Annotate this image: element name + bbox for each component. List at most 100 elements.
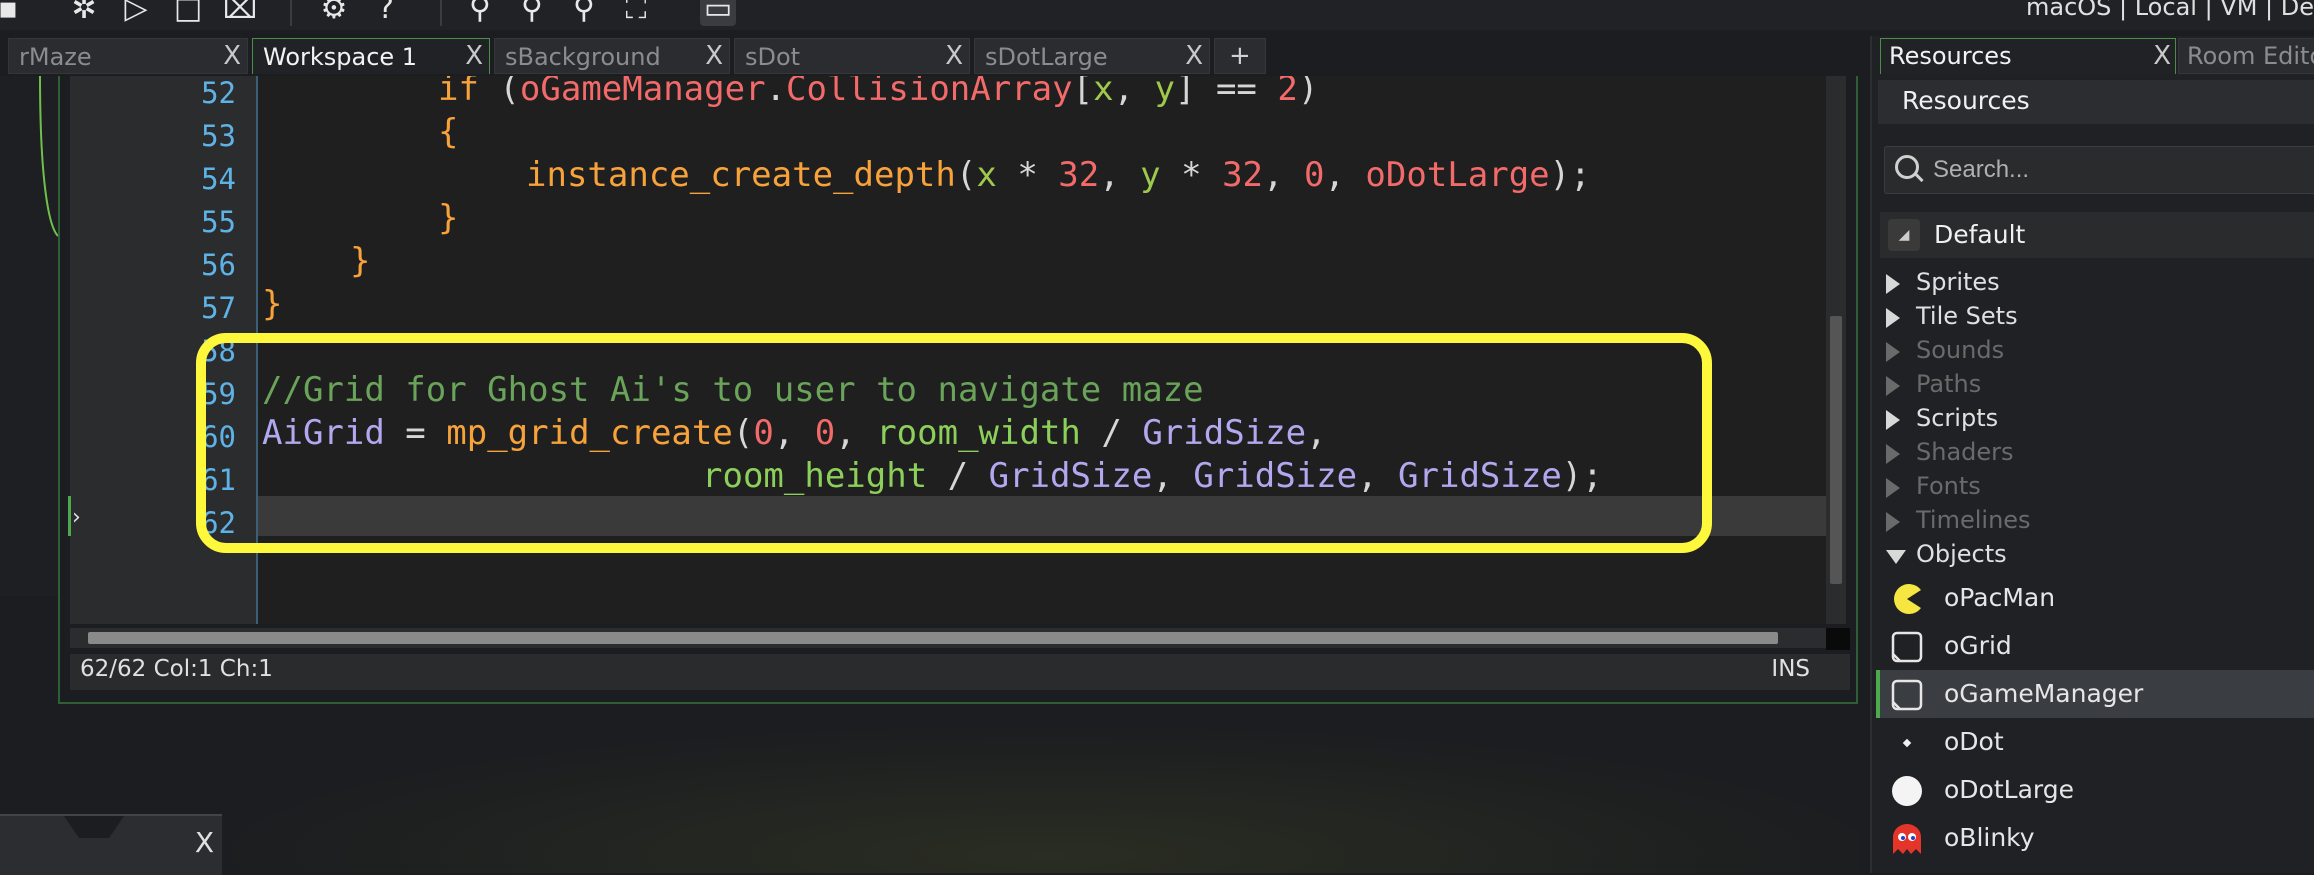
toolbar-divider (440, 0, 442, 26)
run-icon[interactable]: ▷ (118, 0, 154, 26)
dot-icon (1902, 738, 1912, 748)
editor-tab-bar: rMaze X Workspace 1 X sBackground X sDot… (0, 36, 1865, 76)
line-number: 62 (201, 506, 236, 540)
pacman-icon (1894, 584, 1921, 614)
output-window-icon[interactable]: ▭ (700, 0, 736, 26)
ghost-icon (1893, 824, 1921, 854)
toolbar-partial-icon[interactable]: ▪ (0, 0, 26, 26)
line-number-gutter: 52 53 54 55 56 57 58 59 60 61 62 (70, 76, 258, 624)
resources-title: Resources (1902, 86, 2030, 115)
cursor-position: 62/62 Col:1 Ch:1 (80, 656, 273, 682)
add-tab-button[interactable]: + (1214, 38, 1266, 74)
tab-label: Workspace 1 (263, 43, 418, 71)
expand-arrow-icon[interactable] (1886, 410, 1900, 430)
stop-icon[interactable]: □ (170, 0, 206, 26)
object-item-odotlarge[interactable]: oDotLarge (1876, 766, 2314, 814)
tab-room-editor[interactable]: Room Editor (2178, 38, 2314, 74)
line-number: 52 (201, 76, 236, 110)
code-line-59: //Grid for Ghost Ai's to user to navigat… (262, 370, 1204, 410)
object-icon (1891, 679, 1923, 711)
tab-sbackground[interactable]: sBackground X (494, 38, 730, 74)
tab-sdot[interactable]: sDot X (734, 38, 970, 74)
current-line-highlight (258, 496, 1826, 536)
tab-close-icon[interactable]: X (945, 41, 963, 71)
toolbar-divider (290, 0, 292, 26)
tab-label: Resources (1889, 42, 2012, 70)
current-line-marker (68, 496, 71, 536)
line-number: 54 (201, 162, 236, 196)
object-item-opacman[interactable]: oPacMan (1876, 574, 2314, 622)
line-number: 57 (201, 291, 236, 325)
object-icon (1891, 631, 1923, 663)
expand-arrow-icon[interactable] (1886, 478, 1900, 498)
object-item-ogamemanager[interactable]: oGameManager (1876, 670, 2314, 718)
line-number: 56 (201, 248, 236, 282)
expand-arrow-icon[interactable] (1886, 308, 1900, 328)
horizontal-scrollbar[interactable] (70, 628, 1844, 648)
zoom-in-icon[interactable]: ⚲ (514, 0, 550, 26)
workspace-background (60, 700, 1860, 873)
tab-close-icon[interactable]: X (465, 41, 483, 71)
clean-icon[interactable]: ⌧ (222, 0, 258, 26)
resource-group-selector[interactable]: ◢ Default (1880, 212, 2314, 258)
expand-arrow-icon[interactable] (1886, 444, 1900, 464)
code-line-56: } (350, 241, 371, 281)
tab-close-icon[interactable]: X (1185, 41, 1203, 71)
target-selector[interactable]: macOS | Local | VM | De (2026, 0, 2314, 21)
panel-notch (64, 816, 124, 838)
debug-icon[interactable]: ✲ (66, 0, 102, 26)
code-line-53: { (438, 112, 459, 152)
help-icon[interactable]: ? (368, 0, 404, 26)
expand-arrow-icon[interactable] (1886, 274, 1900, 294)
code-line-57: } (262, 284, 283, 324)
tab-close-icon[interactable]: X (223, 41, 241, 71)
code-line-54: instance_create_depth(x * 32, y * 32, 0,… (526, 155, 1591, 195)
line-number: 55 (201, 205, 236, 239)
collapse-arrow-icon[interactable] (1886, 550, 1906, 564)
object-item-ogrid[interactable]: oGrid (1876, 622, 2314, 670)
close-icon[interactable]: X (195, 826, 214, 859)
tab-close-icon[interactable]: X (705, 41, 723, 71)
code-line-55: } (438, 198, 459, 238)
line-number: 58 (201, 334, 236, 368)
insert-mode-indicator: INS (1771, 656, 1810, 682)
code-line-52: if (oGameManager.CollisionArray[x, y] ==… (438, 76, 1319, 109)
code-line-61: room_height / GridSize, GridSize, GridSi… (702, 456, 1603, 496)
editor-status-bar: 62/62 Col:1 Ch:1 INS (70, 654, 1850, 690)
tab-resources[interactable]: Resources X (1880, 38, 2176, 74)
tab-label: sDotLarge (985, 43, 1108, 71)
tab-workspace-1[interactable]: Workspace 1 X (252, 38, 490, 74)
tab-label: Room Editor (2187, 42, 2314, 70)
expand-arrow-icon[interactable] (1886, 512, 1900, 532)
tab-close-icon[interactable]: X (2153, 41, 2171, 71)
search-icon (1895, 155, 1919, 179)
chevron-right-icon: › (72, 505, 81, 530)
line-number: 59 (201, 377, 236, 411)
settings-gear-icon[interactable]: ⚙ (316, 0, 352, 26)
add-tab-label: + (1229, 41, 1251, 71)
connection-curve-icon (39, 75, 59, 237)
object-item-odot[interactable]: oDot (1876, 718, 2314, 766)
vertical-scrollbar-thumb[interactable] (1830, 316, 1842, 584)
expand-arrow-icon[interactable] (1886, 342, 1900, 362)
vertical-scrollbar[interactable] (1826, 76, 1846, 624)
tab-sdotlarge[interactable]: sDotLarge X (974, 38, 1210, 74)
zoom-reset-icon[interactable]: ⚲ (566, 0, 602, 26)
code-line-60: AiGrid = mp_grid_create(0, 0, room_width… (262, 413, 1327, 453)
group-icon: ◢ (1888, 219, 1920, 251)
zoom-out-icon[interactable]: ⚲ (462, 0, 498, 26)
tab-label: sDot (745, 43, 801, 71)
line-number: 61 (201, 463, 236, 497)
object-item-oblinky[interactable]: oBlinky (1876, 814, 2314, 862)
expand-arrow-icon[interactable] (1886, 376, 1900, 396)
scrollbar-corner (1826, 628, 1850, 650)
line-number: 60 (201, 420, 236, 454)
horizontal-scrollbar-thumb[interactable] (88, 632, 1778, 644)
workspace-left-strip (0, 75, 59, 596)
fit-view-icon[interactable]: ⛶ (618, 0, 654, 26)
search-input[interactable] (1931, 155, 2314, 185)
resources-panel: Resources X Room Editor Resources ◢ Defa… (1870, 36, 2314, 873)
code-text-area[interactable]: if (oGameManager.CollisionArray[x, y] ==… (258, 76, 1826, 624)
tab-rmaze[interactable]: rMaze X (8, 38, 248, 74)
resources-search-box[interactable] (1884, 146, 2314, 194)
